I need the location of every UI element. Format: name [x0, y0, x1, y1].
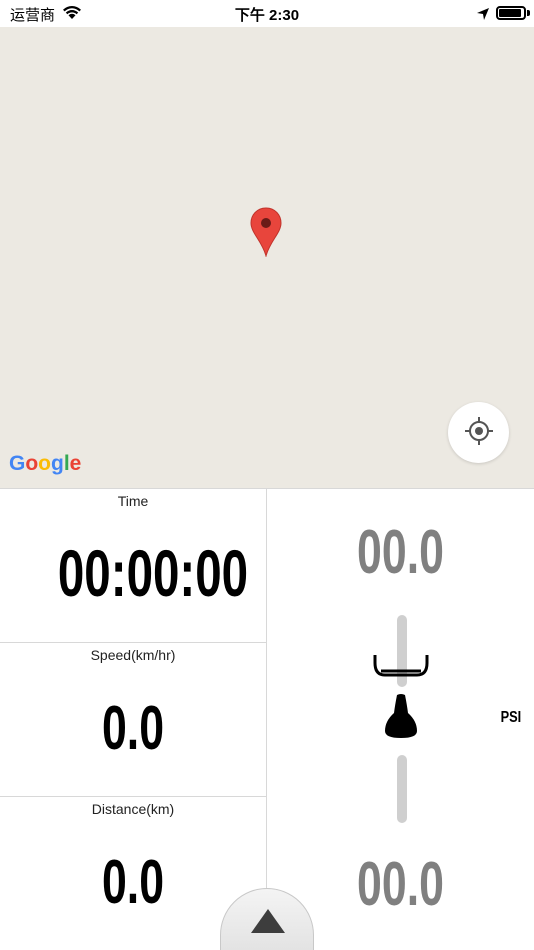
speed-label: Speed(km/hr)	[90, 647, 176, 663]
status-bar: 运营商 下午 2:30	[0, 0, 534, 27]
time-label: Time	[117, 493, 149, 509]
saddle-icon	[384, 693, 418, 743]
time-cell: Time 00:00:00	[0, 489, 266, 643]
map-view[interactable]: Google	[0, 27, 534, 488]
handlebar-icon	[371, 653, 431, 685]
locate-me-icon	[464, 416, 494, 450]
column-divider	[266, 489, 267, 950]
front-pressure-value: 00.0	[357, 518, 444, 587]
bike-post-bottom	[397, 755, 407, 823]
status-time: 下午 2:30	[234, 7, 300, 24]
ride-dashboard: Time 00:00:00 Speed(km/hr) 0.0 Distance(…	[0, 488, 534, 950]
google-logo: Google	[9, 452, 82, 475]
rear-pressure-value: 00.0	[357, 850, 444, 919]
battery-icon	[496, 6, 526, 20]
pressure-unit: PSI	[500, 709, 522, 726]
distance-value: 0.0	[101, 848, 165, 917]
speed-value: 0.0	[101, 694, 165, 763]
arrow-up-icon	[251, 909, 285, 933]
map-pin-icon[interactable]	[249, 207, 283, 261]
speed-cell: Speed(km/hr) 0.0	[0, 643, 266, 797]
distance-label: Distance(km)	[91, 801, 175, 817]
time-value: 00:00:00	[57, 536, 249, 610]
battery-tip	[527, 10, 530, 16]
location-arrow-icon	[476, 6, 490, 25]
locate-me-button[interactable]	[448, 402, 509, 463]
